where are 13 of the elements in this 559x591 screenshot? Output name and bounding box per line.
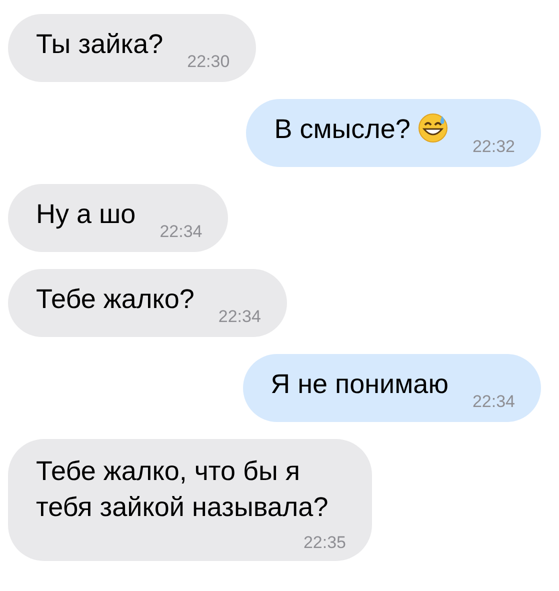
message-text: Я не понимаю — [270, 368, 448, 401]
message-time: 22:32 — [472, 137, 515, 157]
message-text: Тебе жалко, что бы я тебя зайкой называла? — [36, 455, 330, 524]
message-time: 22:35 — [303, 533, 346, 553]
message-text: Тебе жалко? — [36, 283, 194, 316]
message-time: 22:34 — [160, 222, 202, 242]
message-text: Ты зайка? — [36, 28, 164, 61]
smiley-icon — [418, 113, 448, 143]
message-text: Ну а шо — [36, 198, 136, 231]
message-text: В смысле? — [274, 113, 410, 146]
message-time: 22:34 — [218, 307, 261, 327]
message-time: 22:30 — [187, 52, 230, 72]
message-time: 22:34 — [472, 392, 515, 412]
